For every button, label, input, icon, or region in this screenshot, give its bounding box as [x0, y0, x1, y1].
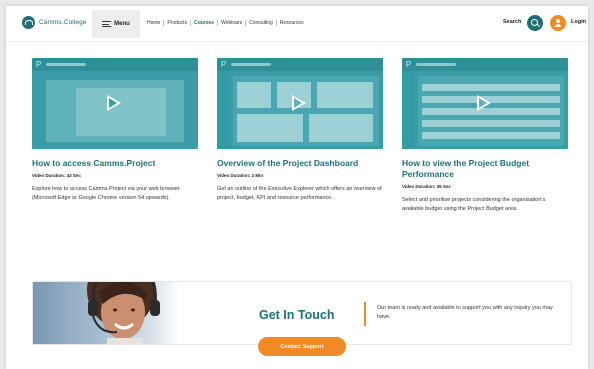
nav-webinars[interactable]: Webinars: [218, 20, 247, 26]
logo[interactable]: Camms.College: [22, 16, 87, 29]
user-icon[interactable]: [550, 15, 566, 31]
play-icon[interactable]: [477, 95, 491, 111]
video-thumbnail[interactable]: P: [217, 58, 383, 149]
video-duration: Video Duration: 39 Sec: [402, 184, 451, 189]
support-agent-photo: [33, 282, 179, 344]
project-logo-icon: P: [221, 60, 227, 69]
contact-support-button[interactable]: Contact Support: [258, 337, 346, 356]
thumbnail-panel: [46, 80, 184, 142]
video-card: P How to access Camms.Project Video Dura…: [32, 58, 198, 202]
play-icon[interactable]: [292, 95, 306, 111]
thumbnail-dashboard: [233, 76, 379, 146]
play-icon[interactable]: [107, 95, 121, 111]
support-agent-illustration: [87, 282, 160, 344]
video-thumbnail[interactable]: P: [32, 58, 198, 149]
video-title[interactable]: How to view the Project Budget Performan…: [402, 158, 568, 180]
thumbnail-titlebar: [46, 63, 86, 66]
video-description: Get an outline of the Executive Explorer…: [217, 186, 382, 201]
login-link[interactable]: Login: [571, 19, 586, 25]
search-label[interactable]: Search: [503, 19, 521, 25]
search-icon[interactable]: [527, 15, 543, 31]
video-title[interactable]: How to access Camms.Project: [32, 158, 198, 169]
nav-resources[interactable]: Resources: [277, 20, 307, 26]
nav-courses[interactable]: Courses: [191, 20, 219, 26]
thumbnail-sidebar: [217, 71, 229, 149]
divider: [364, 302, 366, 326]
logo-icon: [22, 16, 35, 29]
menu-label: Menu: [114, 21, 130, 27]
video-description: Select and prioritise projects consideri…: [402, 197, 546, 212]
hamburger-icon: [102, 21, 112, 27]
top-nav: Home Products Courses Webinars Consultin…: [144, 20, 307, 26]
video-duration: Video Duration: 2 Min: [217, 173, 264, 178]
video-duration: Video Duration: 43 Sec: [32, 173, 81, 178]
get-in-touch-title: Get In Touch: [259, 308, 335, 322]
menu-button[interactable]: Menu: [92, 10, 140, 38]
get-in-touch-banner: Get In Touch Our team is ready and avail…: [32, 281, 572, 345]
header: Camms.College Menu Home Products Courses…: [6, 6, 588, 42]
thumbnail-titlebar: [231, 63, 271, 66]
page: Camms.College Menu Home Products Courses…: [6, 6, 588, 369]
nav-products[interactable]: Products: [164, 20, 192, 26]
thumbnail-sidebar: [402, 71, 414, 149]
nav-consulting[interactable]: Consulting: [246, 20, 277, 26]
get-in-touch-text: Our team is ready and available to suppo…: [377, 305, 553, 320]
logo-text: Camms.College: [39, 19, 87, 26]
video-description: Explore how to access Camms.Project via …: [32, 186, 180, 201]
video-card: P Overview of the Project Dashboard Vide…: [217, 58, 383, 202]
thumbnail-titlebar: [416, 63, 456, 66]
video-title[interactable]: Overview of the Project Dashboard: [217, 158, 383, 169]
project-logo-icon: P: [36, 60, 42, 69]
video-thumbnail[interactable]: P: [402, 58, 568, 149]
thumbnail-table: [418, 76, 564, 146]
video-card: P How to view the Project Budget Perform…: [402, 58, 568, 213]
nav-home[interactable]: Home: [144, 20, 165, 26]
project-logo-icon: P: [406, 60, 412, 69]
